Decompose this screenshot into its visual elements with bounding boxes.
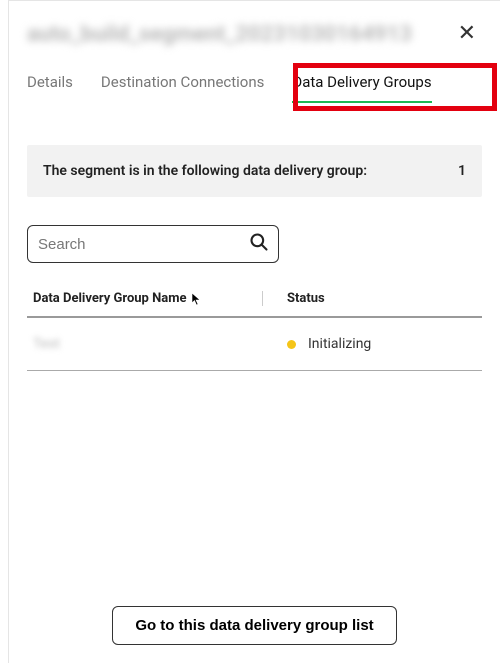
status-dot-icon — [287, 340, 296, 349]
tab-details[interactable]: Details — [27, 73, 73, 103]
page-title: auto_build_segment_20231030164913 — [27, 22, 412, 47]
column-header-name-label: Data Delivery Group Name — [33, 291, 187, 306]
row-name: Test — [33, 336, 263, 352]
go-to-list-button[interactable]: Go to this data delivery group list — [112, 606, 396, 645]
search-input[interactable] — [27, 225, 279, 263]
panel-footer: Go to this data delivery group list — [9, 588, 500, 663]
info-message: The segment is in the following data del… — [43, 163, 367, 179]
info-bar: The segment is in the following data del… — [27, 145, 482, 197]
column-header-status[interactable]: Status — [263, 291, 476, 306]
cursor-icon — [191, 292, 202, 306]
row-status-label: Initializing — [308, 336, 371, 352]
panel-header: auto_build_segment_20231030164913 ✕ — [9, 1, 500, 59]
tab-bar: Details Destination Connections Data Del… — [9, 59, 500, 103]
table-row[interactable]: Test Initializing — [27, 318, 482, 371]
tab-content: The segment is in the following data del… — [9, 103, 500, 588]
tab-data-delivery-groups[interactable]: Data Delivery Groups — [292, 73, 431, 103]
table-header: Data Delivery Group Name Status — [27, 291, 482, 318]
tab-destination-connections[interactable]: Destination Connections — [101, 73, 264, 103]
search-container — [27, 225, 279, 263]
info-count: 1 — [458, 163, 466, 179]
column-header-name[interactable]: Data Delivery Group Name — [33, 291, 263, 306]
close-icon[interactable]: ✕ — [452, 19, 482, 49]
row-status: Initializing — [263, 336, 476, 352]
detail-panel: auto_build_segment_20231030164913 ✕ Deta… — [8, 0, 500, 663]
